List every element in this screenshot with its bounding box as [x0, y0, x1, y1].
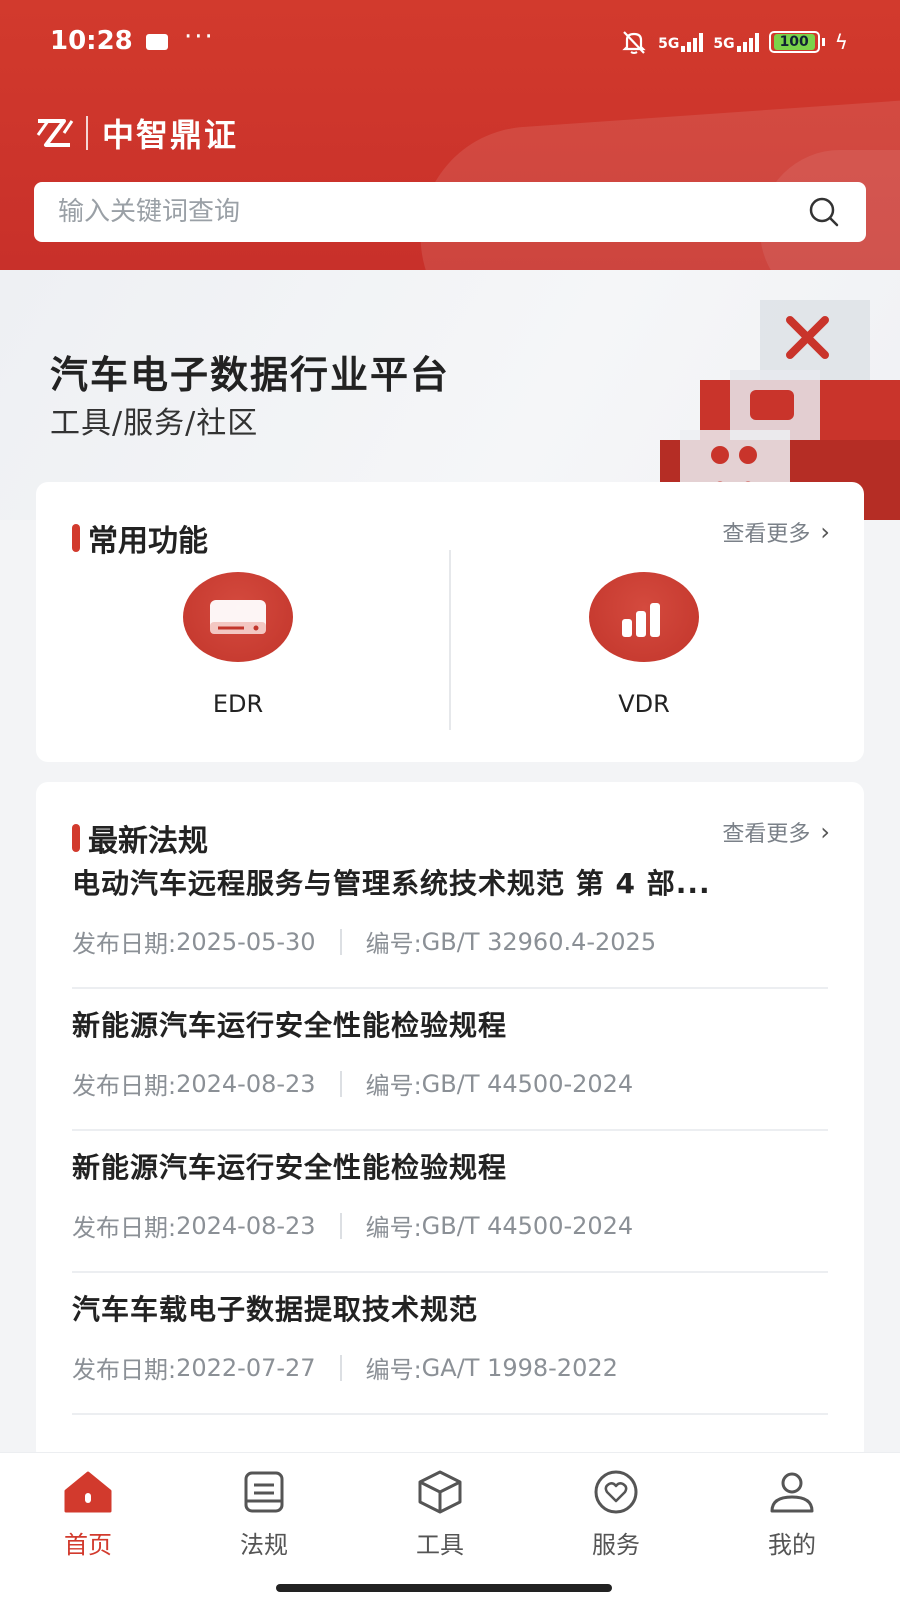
brand-name: 中智鼎证 [102, 116, 239, 154]
date-label: 发布日期: [72, 1356, 177, 1384]
chevron-right-icon: › [820, 518, 830, 546]
section-header: 常用功能 [72, 516, 208, 560]
date-label: 发布日期: [72, 1072, 177, 1100]
more-notifications-icon: ··· [184, 22, 215, 52]
regulation-item[interactable]: 汽车车载电子数据提取技术规范 发布日期: 2022-07-27 编号: GA/T… [72, 1288, 828, 1415]
notification-icon [146, 34, 168, 50]
user-icon[interactable] [766, 1469, 818, 1515]
tab-label: 首页 [64, 1531, 112, 1559]
date-label: 发布日期: [72, 930, 177, 958]
tab-home[interactable]: 首页 [28, 1469, 148, 1560]
heart-icon[interactable] [590, 1469, 642, 1515]
view-more-label: 查看更多 [722, 822, 811, 847]
signal-icon: 5G [713, 32, 759, 52]
latest-regulations-card: 最新法规 查看更多 › 电动汽车远程服务与管理系统技术规范 第 4 部... 发… [36, 782, 864, 1462]
meta-separator [339, 928, 342, 955]
brand-divider [86, 116, 88, 150]
regulation-date: 2022-07-27 [176, 1353, 316, 1382]
signal-label: 5G [713, 36, 735, 52]
regulation-date: 2024-08-23 [176, 1211, 316, 1240]
regulation-date: 2024-08-23 [176, 1069, 316, 1098]
regulation-code: GB/T 44500-2024 [421, 1211, 634, 1240]
view-more-link[interactable]: 查看更多 › [722, 516, 830, 548]
code-label: 编号: [365, 1214, 422, 1242]
regulation-date: 2025-05-30 [176, 927, 316, 956]
view-more-link[interactable]: 查看更多 › [722, 816, 830, 848]
status-time: 10:28 [50, 26, 133, 56]
regulation-code: GB/T 44500-2024 [421, 1069, 634, 1098]
regulation-meta: 发布日期: 2022-07-27 编号: GA/T 1998-2022 [72, 1350, 828, 1385]
function-label: EDR [212, 690, 264, 718]
function-label: VDR [618, 690, 670, 718]
regulation-title: 电动汽车远程服务与管理系统技术规范 第 4 部... [72, 867, 711, 900]
charging-icon: ϟ [834, 30, 848, 54]
section-marker [72, 824, 80, 852]
regulation-meta: 发布日期: 2024-08-23 编号: GB/T 44500-2024 [72, 1208, 828, 1243]
item-divider [72, 987, 828, 989]
banner-subtitle: 工具/服务/社区 [50, 406, 259, 441]
regulation-meta: 发布日期: 2024-08-23 编号: GB/T 44500-2024 [72, 1066, 828, 1101]
battery-level: 100 [773, 34, 815, 50]
battery-icon: 100 [768, 31, 820, 53]
item-divider [72, 1129, 828, 1131]
section-header: 最新法规 [72, 816, 208, 860]
bottom-tab-bar: 首页 法规 工具 服务 我的 [0, 1452, 900, 1600]
regulation-code: GA/T 1998-2022 [421, 1353, 618, 1382]
date-label: 发布日期: [72, 1214, 177, 1242]
chevron-right-icon: › [820, 818, 830, 846]
code-label: 编号: [365, 1356, 422, 1384]
code-label: 编号: [365, 930, 422, 958]
regulation-item[interactable]: 新能源汽车运行安全性能检验规程 发布日期: 2024-08-23 编号: GB/… [72, 1146, 828, 1273]
function-edr[interactable]: EDR [88, 572, 388, 718]
tab-services[interactable]: 服务 [556, 1469, 676, 1560]
vdr-chart-icon[interactable] [589, 572, 699, 662]
tab-label: 法规 [240, 1531, 288, 1559]
status-bar: 10:28 ··· 5G 5G 100 ϟ [0, 0, 900, 86]
search-input[interactable] [58, 197, 806, 227]
common-functions-card: 常用功能 查看更多 › EDR VDR [36, 482, 864, 762]
tab-label: 服务 [592, 1531, 640, 1559]
regulation-code: GB/T 32960.4-2025 [421, 927, 657, 956]
status-icons: 5G 5G 100 ϟ [620, 28, 848, 56]
search-icon[interactable] [806, 194, 842, 230]
divider [449, 550, 451, 730]
tab-label: 我的 [768, 1531, 816, 1559]
tab-tools[interactable]: 工具 [380, 1469, 500, 1560]
function-vdr[interactable]: VDR [494, 572, 794, 718]
brand: 中智鼎证 [34, 110, 238, 156]
banner-title: 汽车电子数据行业平台 [50, 353, 451, 397]
section-title: 常用功能 [88, 524, 208, 559]
meta-separator [339, 1354, 342, 1381]
tab-regulations[interactable]: 法规 [204, 1469, 324, 1560]
regulation-item[interactable]: 电动汽车远程服务与管理系统技术规范 第 4 部... 发布日期: 2025-05… [72, 862, 828, 989]
regulation-meta: 发布日期: 2025-05-30 编号: GB/T 32960.4-2025 [72, 924, 828, 959]
section-title: 最新法规 [88, 824, 208, 859]
code-label: 编号: [365, 1072, 422, 1100]
document-icon[interactable] [238, 1469, 290, 1515]
home-indicator[interactable] [276, 1584, 612, 1592]
regulation-title: 汽车车载电子数据提取技术规范 [72, 1293, 479, 1326]
tab-mine[interactable]: 我的 [732, 1469, 852, 1560]
tab-label: 工具 [416, 1531, 464, 1559]
regulation-title: 新能源汽车运行安全性能检验规程 [72, 1151, 508, 1184]
battery-tip [821, 38, 825, 46]
box-icon[interactable] [414, 1469, 466, 1515]
section-marker [72, 524, 80, 552]
logo-icon [36, 119, 74, 147]
regulation-title: 新能源汽车运行安全性能检验规程 [72, 1009, 508, 1042]
item-divider [72, 1271, 828, 1273]
edr-icon[interactable] [183, 572, 293, 662]
regulation-item[interactable]: 新能源汽车运行安全性能检验规程 发布日期: 2024-08-23 编号: GB/… [72, 1004, 828, 1131]
header: 10:28 ··· 5G 5G 100 ϟ 中智鼎证 输入关键词查询 [0, 0, 900, 270]
mute-icon [620, 28, 648, 56]
item-divider [72, 1413, 828, 1415]
meta-separator [339, 1212, 342, 1239]
home-icon[interactable] [62, 1469, 114, 1515]
signal-icon: 5G [658, 32, 704, 52]
view-more-label: 查看更多 [722, 522, 811, 547]
search-bar[interactable] [34, 182, 866, 242]
signal-label: 5G [658, 36, 680, 52]
meta-separator [339, 1070, 342, 1097]
